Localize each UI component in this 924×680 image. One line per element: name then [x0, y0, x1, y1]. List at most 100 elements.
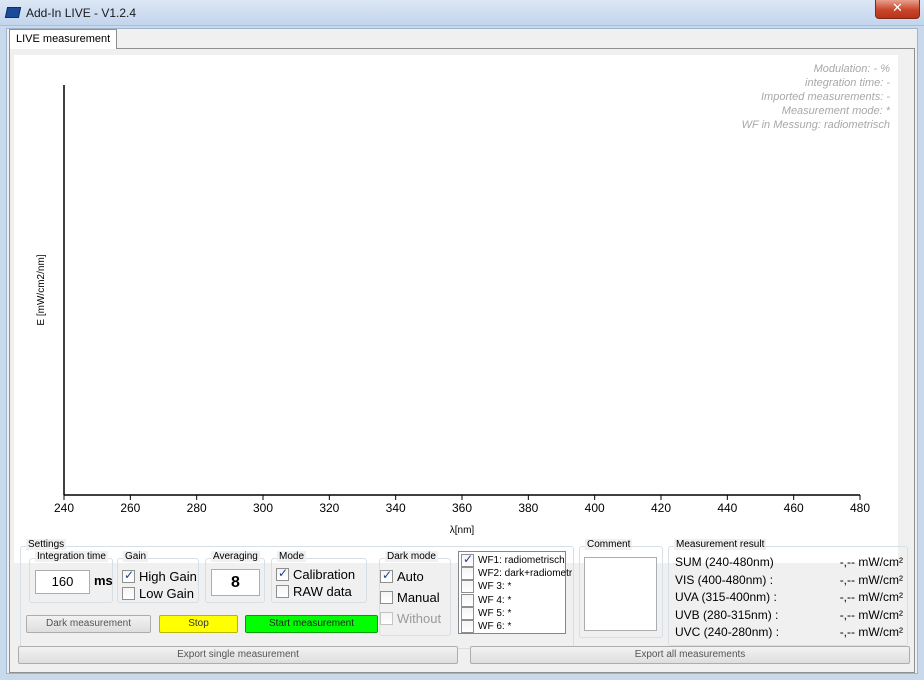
info-measurement-mode: Measurement mode: *	[781, 105, 890, 117]
calibration-check[interactable]	[276, 566, 289, 581]
dark-without-check[interactable]	[380, 612, 393, 625]
high-gain-checkbox[interactable]: High Gain	[122, 568, 197, 584]
info-integration-time: integration time: -	[805, 77, 890, 89]
wf-checkbox[interactable]	[461, 606, 474, 620]
averaging-title: Averaging	[211, 551, 260, 562]
result-value: -,-- mW/cm²	[839, 572, 903, 587]
raw-data-label: RAW data	[293, 584, 352, 599]
raw-data-check[interactable]	[276, 585, 289, 598]
result-value: -,-- mW/cm²	[839, 625, 903, 639]
high-gain-check[interactable]	[122, 568, 135, 583]
app-icon	[4, 7, 22, 18]
wf-label: WF 3: *	[478, 581, 512, 593]
x-tick-label: 320	[319, 501, 339, 515]
dark-auto-check[interactable]	[380, 568, 393, 583]
dark-auto-checkbox[interactable]: Auto	[380, 568, 424, 584]
dark-manual-label: Manual	[397, 590, 440, 605]
dark-mode-title: Dark mode	[385, 551, 438, 562]
mode-group: Mode Calibration RAW data	[271, 551, 367, 603]
export-all-button[interactable]: Export all measurements	[470, 646, 910, 664]
low-gain-check[interactable]	[122, 587, 135, 600]
mode-title: Mode	[277, 551, 307, 562]
result-row: UVB (280-315nm) : -,-- mW/cm²	[675, 608, 903, 622]
spectrum-chart: 240 260 280 300 320 340 360 380 400 420 440 460 480 λ…	[14, 55, 898, 563]
tab-live-measurement[interactable]: LIVE measurement	[9, 29, 118, 49]
wf-checkbox[interactable]	[461, 552, 474, 567]
raw-data-checkbox[interactable]: RAW data	[276, 584, 352, 599]
result-value: -,-- mW/cm²	[839, 555, 903, 569]
result-label: SUM (240-480nm)	[675, 555, 774, 569]
chart-svg: 240 260 280 300 320 340 360 380 400 420 440 460 480 λ…	[36, 85, 870, 536]
low-gain-checkbox[interactable]: Low Gain	[122, 586, 194, 601]
integration-time-title: Integration time	[35, 551, 108, 562]
dark-manual-check[interactable]	[380, 591, 393, 604]
wf-list-item[interactable]: WF 5: *	[461, 606, 511, 620]
x-tick-label: 340	[386, 501, 406, 515]
result-row: VIS (400-480nm) : -,-- mW/cm²	[675, 573, 903, 587]
result-label: VIS (400-480nm) :	[675, 572, 774, 587]
low-gain-label: Low Gain	[139, 586, 194, 601]
result-row: UVA (315-400nm) : -,-- mW/cm²	[675, 590, 903, 604]
window-title: Add-In LIVE - V1.2.4	[26, 6, 137, 20]
x-tick-label: 260	[120, 501, 140, 515]
wf-label: WF2: dark+radiometr	[478, 568, 573, 580]
result-value: -,-- mW/cm²	[839, 590, 903, 604]
wf-label: WF 6: *	[478, 621, 512, 632]
info-modulation: Modulation: - %	[813, 63, 890, 75]
dark-auto-label: Auto	[397, 569, 424, 584]
window-client: LIVE measurement 240 260 280 300 320 340 360 38…	[6, 28, 918, 674]
gain-group: Gain High Gain Low Gain	[117, 551, 199, 603]
result-value: -,-- mW/cm²	[839, 607, 903, 622]
x-tick-label: 480	[850, 501, 870, 515]
x-tick-label: 440	[717, 501, 737, 515]
tab-page: 240 260 280 300 320 340 360 380 400 420 440 460 480 λ…	[9, 48, 915, 673]
dark-mode-group: Dark mode Auto Manual Without	[379, 551, 451, 636]
integration-time-unit: ms	[94, 573, 113, 588]
x-tick-label: 300	[253, 501, 273, 515]
x-tick-label: 240	[54, 501, 74, 515]
integration-time-group: Integration time 160 ms	[29, 551, 113, 603]
y-axis-label: E [mW/cm2/nm]	[36, 254, 47, 325]
wf-checkbox[interactable]	[461, 593, 474, 607]
info-imported-measurements: Imported measurements: -	[761, 91, 890, 103]
settings-title: Settings	[26, 539, 67, 550]
result-row: UVC (240-280nm) : -,-- mW/cm²	[675, 625, 903, 639]
wf-label: WF 4: *	[478, 594, 512, 606]
wf-list-item[interactable]: WF2: dark+radiometr	[461, 567, 573, 581]
measurement-result-group: Measurement result SUM (240-480nm) -,-- m…	[668, 539, 908, 646]
wf-checkbox[interactable]	[461, 620, 474, 633]
result-label: UVC (240-280nm) :	[675, 625, 780, 639]
start-measurement-button[interactable]: Start measurement	[245, 615, 378, 633]
wf-list-item[interactable]: WF1: radiometrisch	[461, 552, 565, 567]
x-axis-label: λ[nm]	[450, 525, 475, 536]
averaging-input[interactable]: 8	[211, 569, 260, 596]
calibration-checkbox[interactable]: Calibration	[276, 566, 356, 582]
export-single-button[interactable]: Export single measurement	[18, 646, 458, 664]
comment-group: Comment	[579, 539, 663, 638]
integration-time-input[interactable]: 160	[35, 570, 90, 594]
title-bar: Add-In LIVE - V1.2.4 ✕	[0, 0, 924, 26]
comment-input[interactable]	[584, 557, 657, 631]
x-tick-label: 360	[452, 501, 472, 515]
dark-without-checkbox[interactable]: Without	[380, 611, 441, 626]
high-gain-label: High Gain	[139, 569, 197, 584]
dark-manual-checkbox[interactable]: Manual	[380, 590, 440, 605]
close-button[interactable]: ✕	[875, 0, 920, 19]
comment-title: Comment	[585, 539, 633, 550]
result-row: SUM (240-480nm) -,-- mW/cm²	[675, 555, 903, 569]
wf-list[interactable]: WF1: radiometrischWF2: dark+radiometrWF …	[458, 551, 572, 634]
wf-list-item[interactable]: WF 4: *	[461, 593, 512, 607]
wf-list-item[interactable]: WF 6: *	[461, 620, 511, 633]
x-tick-label: 460	[784, 501, 804, 515]
wf-checkbox[interactable]	[461, 567, 474, 581]
dark-without-label: Without	[397, 611, 442, 626]
wf-checkbox[interactable]	[461, 580, 474, 594]
result-label: UVA (315-400nm) :	[675, 590, 777, 604]
stop-button[interactable]: Stop	[159, 615, 238, 633]
measurement-result-title: Measurement result	[674, 539, 767, 550]
dark-measurement-button[interactable]: Dark measurement	[26, 615, 151, 633]
averaging-group: Averaging 8	[205, 551, 265, 603]
wf-list-item[interactable]: WF 3: *	[461, 580, 512, 594]
wf-label: WF1: radiometrisch	[478, 555, 565, 566]
calibration-label: Calibration	[293, 567, 356, 582]
